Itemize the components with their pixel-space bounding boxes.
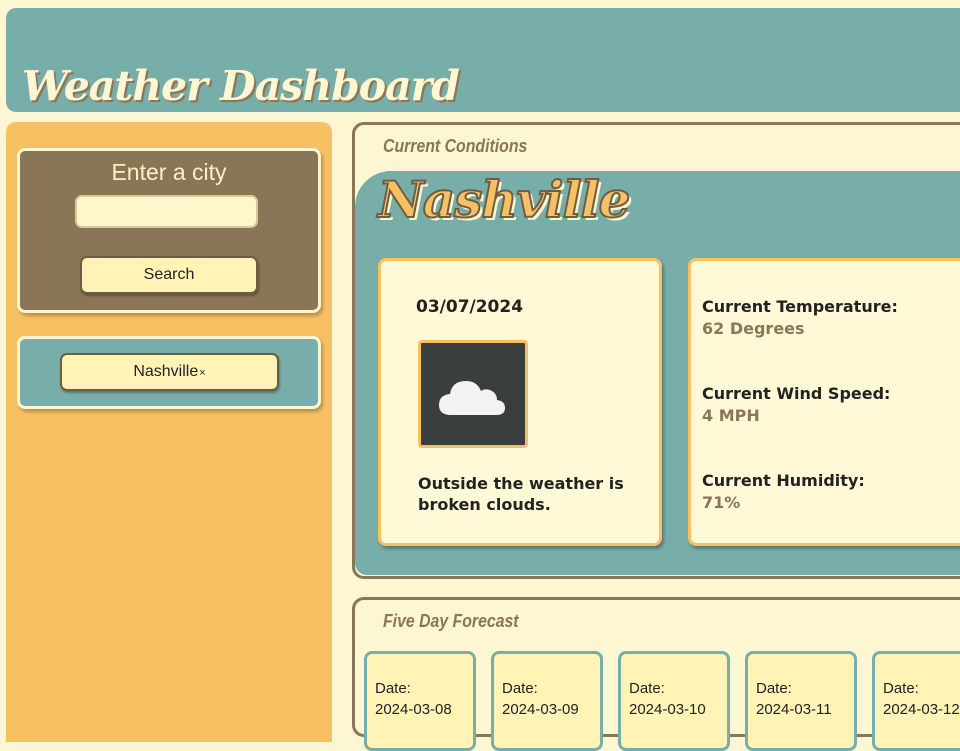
history-item-label: Nashville: [133, 363, 199, 380]
forecast-date: 2024-03-10: [629, 701, 706, 718]
search-label: Enter a city: [111, 159, 227, 185]
forecast-date-label: Date:: [756, 680, 792, 697]
search-button[interactable]: Search: [80, 256, 258, 294]
broken-clouds-icon: [439, 381, 505, 415]
search-panel: Enter a city Search: [17, 148, 321, 313]
weather-icon-box: [418, 340, 528, 448]
forecast-date-label: Date:: [629, 680, 665, 697]
history-item-nashville[interactable]: Nashville×: [60, 353, 279, 391]
weather-description: Outside the weather is broken clouds.: [418, 474, 624, 514]
app-title: Weather Dashboard: [22, 62, 460, 110]
forecast-date: 2024-03-08: [375, 701, 452, 718]
forecast-card: Date: 2024-03-09: [491, 651, 603, 751]
search-history-panel: Nashville×: [17, 336, 321, 409]
city-search-input[interactable]: [75, 195, 258, 228]
city-name: Nashville: [377, 169, 631, 230]
current-conditions-title: Current Conditions: [383, 136, 528, 156]
forecast-date: 2024-03-12: [883, 701, 960, 718]
temperature-label: Current Temperature:: [702, 297, 898, 316]
forecast-date: 2024-03-09: [502, 701, 579, 718]
forecast-date-label: Date:: [883, 680, 919, 697]
forecast-card: Date: 2024-03-08: [364, 651, 476, 751]
humidity-value: 71%: [702, 493, 741, 512]
forecast-card: Date: 2024-03-10: [618, 651, 730, 751]
forecast-date-label: Date:: [502, 680, 538, 697]
forecast-date-label: Date:: [375, 680, 411, 697]
forecast-date: 2024-03-11: [756, 701, 832, 718]
humidity-label: Current Humidity:: [702, 471, 865, 490]
forecast-card: Date: 2024-03-11: [745, 651, 857, 751]
wind-speed-value: 4 MPH: [702, 406, 760, 425]
forecast-title: Five Day Forecast: [383, 611, 519, 631]
wind-speed-label: Current Wind Speed:: [702, 384, 891, 403]
temperature-value: 62 Degrees: [702, 319, 805, 338]
current-date: 03/07/2024: [416, 297, 524, 317]
forecast-card: Date: 2024-03-12: [872, 651, 960, 751]
remove-history-icon[interactable]: ×: [199, 367, 205, 379]
